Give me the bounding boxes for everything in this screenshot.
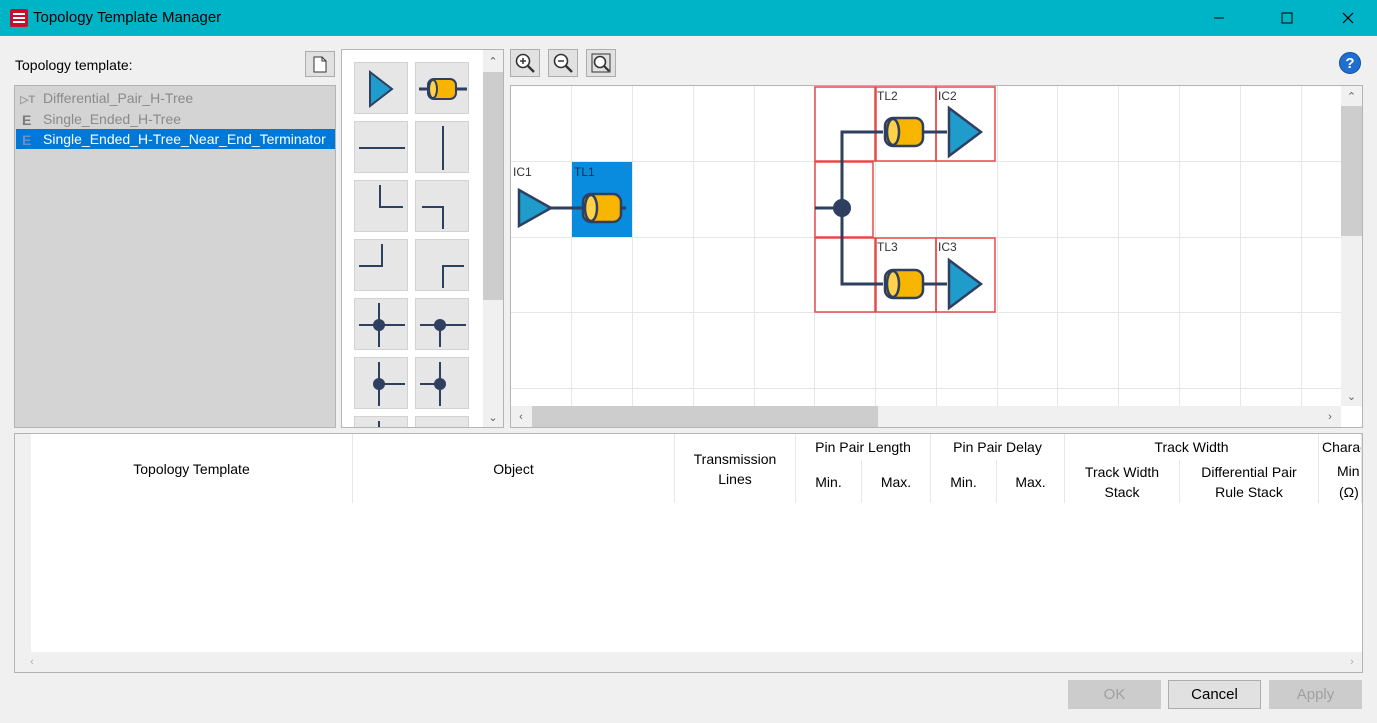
- tl3-label: TL3: [877, 240, 898, 254]
- column-header-characteristic-unit: (Ω): [1319, 481, 1362, 503]
- new-file-icon: [313, 56, 327, 72]
- template-item-single-ended-h-tree[interactable]: E Single_Ended_H-Tree: [16, 109, 335, 129]
- column-header-transmission-lines[interactable]: Transmission Lines: [675, 434, 796, 503]
- column-header-pin-pair-delay[interactable]: Pin Pair Delay: [931, 434, 1065, 460]
- palette-more-button[interactable]: [354, 416, 408, 427]
- corner-wire-icon: [359, 244, 383, 267]
- close-button[interactable]: [1325, 0, 1371, 36]
- palette-corner-bottom-left-button[interactable]: [354, 180, 408, 232]
- ic3-label: IC3: [938, 240, 957, 254]
- palette-tee-right-button[interactable]: [354, 357, 408, 409]
- column-header-pin-pair-length-max[interactable]: Max.: [862, 460, 931, 503]
- vertical-wire-icon: [442, 126, 444, 170]
- zoom-fit-icon: [591, 53, 611, 73]
- column-header-topology-template[interactable]: Topology Template: [31, 434, 353, 503]
- template-list: ▷T Differential_Pair_H-Tree E Single_End…: [14, 85, 336, 428]
- close-icon: [1342, 12, 1354, 24]
- corner-wire-icon: [442, 265, 464, 288]
- scroll-right-icon[interactable]: ›: [1321, 406, 1339, 427]
- column-header-differential-pair-rule-stack[interactable]: Differential Pair Rule Stack: [1180, 460, 1319, 503]
- single-ended-template-icon: E: [20, 111, 38, 128]
- scroll-right-icon[interactable]: ›: [1344, 652, 1360, 672]
- junction-icon: [420, 362, 446, 406]
- palette-tee-left-button[interactable]: [415, 357, 469, 409]
- help-icon[interactable]: ?: [1339, 52, 1361, 74]
- topology-canvas[interactable]: IC1 TL1 TL2 IC2 TL3 IC3: [510, 85, 1363, 428]
- scroll-left-icon[interactable]: ‹: [24, 652, 40, 672]
- tl2-label: TL2: [877, 89, 898, 103]
- svg-text:E: E: [22, 112, 31, 127]
- terminator-template-icon: E: [20, 131, 38, 148]
- corner-wire-icon: [379, 185, 403, 208]
- junction-icon: [420, 319, 466, 347]
- column-header-pin-pair-delay-max[interactable]: Max.: [997, 460, 1065, 503]
- column-header-track-width-stack[interactable]: Track Width Stack: [1065, 460, 1180, 503]
- column-header-pin-pair-length[interactable]: Pin Pair Length: [796, 434, 931, 460]
- junction-icon: [373, 362, 405, 406]
- zoom-fit-button[interactable]: [586, 49, 616, 77]
- zoom-in-button[interactable]: [510, 49, 540, 77]
- svg-text:▷T: ▷T: [20, 94, 35, 106]
- zoom-in-icon: [515, 53, 535, 73]
- apply-button[interactable]: Apply: [1269, 680, 1362, 709]
- junction-icon: [359, 303, 405, 347]
- template-item-label: Differential_Pair_H-Tree: [43, 90, 194, 106]
- ic1-label: IC1: [513, 165, 532, 179]
- zoom-out-button[interactable]: [548, 49, 578, 77]
- column-header-track-width[interactable]: Track Width: [1065, 434, 1319, 460]
- column-header-object[interactable]: Object: [353, 434, 675, 503]
- template-item-differential-pair-h-tree[interactable]: ▷T Differential_Pair_H-Tree: [16, 88, 335, 108]
- minimize-button[interactable]: [1196, 0, 1242, 36]
- template-item-single-ended-h-tree-near-end-terminator[interactable]: E Single_Ended_H-Tree_Near_End_Terminato…: [16, 129, 335, 149]
- tl1-label: TL1: [574, 165, 595, 179]
- table-row-header-gutter: [15, 434, 31, 652]
- palette-vertical-wire-button[interactable]: [415, 121, 469, 173]
- new-template-button[interactable]: [305, 51, 335, 77]
- window-title: Topology Template Manager: [33, 9, 222, 26]
- template-item-label: Single_Ended_H-Tree: [43, 111, 182, 127]
- table-horizontal-scrollbar[interactable]: [15, 652, 1362, 672]
- palette-corner-bottom-right-button[interactable]: [354, 239, 408, 291]
- component-palette: [341, 49, 504, 428]
- scroll-left-icon[interactable]: ‹: [512, 406, 530, 427]
- scroll-down-icon[interactable]: ⌄: [1341, 388, 1362, 404]
- app-icon: [10, 9, 28, 27]
- ic2-label: IC2: [938, 89, 957, 103]
- topology-template-label: Topology template:: [15, 57, 133, 73]
- column-header-characteristic-min[interactable]: Min: [1319, 460, 1362, 481]
- maximize-button[interactable]: [1264, 0, 1310, 36]
- minimize-icon: [1214, 17, 1224, 19]
- palette-scrollbar-thumb[interactable]: [483, 72, 503, 300]
- palette-cross-junction-button[interactable]: [354, 298, 408, 350]
- vertical-wire-icon: [378, 421, 380, 427]
- scroll-down-icon[interactable]: ⌄: [483, 408, 503, 426]
- corner-wire-icon: [422, 206, 444, 229]
- maximize-icon: [1281, 12, 1293, 24]
- cancel-button[interactable]: Cancel: [1168, 680, 1261, 709]
- canvas-horizontal-scrollbar-thumb[interactable]: [532, 406, 878, 427]
- ic-triangle-icon: [369, 69, 394, 109]
- column-header-pin-pair-delay-min[interactable]: Min.: [931, 460, 997, 503]
- palette-transmission-line-button[interactable]: [415, 62, 469, 114]
- scroll-up-icon[interactable]: ⌃: [1341, 88, 1362, 104]
- template-item-label: Single_Ended_H-Tree_Near_End_Terminator: [43, 131, 326, 147]
- palette-corner-top-left-button[interactable]: [415, 239, 469, 291]
- ok-button[interactable]: OK: [1068, 680, 1161, 709]
- palette-corner-top-right-button[interactable]: [415, 180, 469, 232]
- svg-text:E: E: [22, 132, 31, 147]
- column-header-characteristic[interactable]: Charac: [1319, 434, 1362, 460]
- column-header-pin-pair-length-min[interactable]: Min.: [796, 460, 862, 503]
- transmission-line-icon: [419, 78, 467, 100]
- horizontal-wire-icon: [359, 147, 405, 149]
- zoom-out-icon: [553, 53, 573, 73]
- canvas-drawing: [511, 86, 1362, 427]
- differential-template-icon: ▷T: [19, 90, 38, 106]
- palette-ic-button[interactable]: [354, 62, 408, 114]
- palette-tee-down-button[interactable]: [415, 298, 469, 350]
- palette-more-button[interactable]: [415, 416, 469, 427]
- scroll-up-icon[interactable]: ⌃: [483, 52, 503, 70]
- canvas-vertical-scrollbar-thumb[interactable]: [1341, 106, 1362, 236]
- palette-horizontal-wire-button[interactable]: [354, 121, 408, 173]
